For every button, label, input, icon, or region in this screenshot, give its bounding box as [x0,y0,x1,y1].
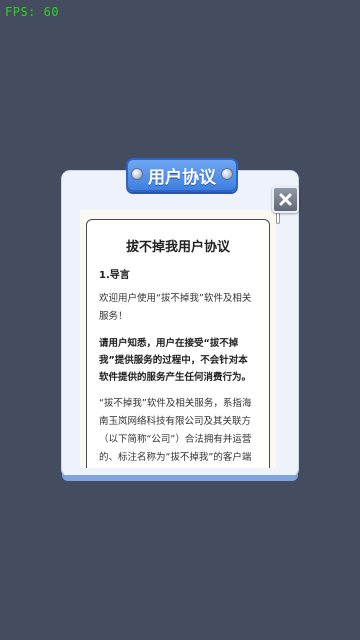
document-title: 拔不掉我用户协议 [125,240,230,255]
welcome-paragraph: 欢迎用户使用“拔不掉我”软件及相关服务！ [99,293,252,322]
scrollbar[interactable] [276,212,280,224]
fps-counter: FPS: 60 [5,5,60,19]
agreement-document: 拔不掉我用户协议 1.导言 欢迎用户使用“拔不掉我”软件及相关服务！ 请用户知悉… [86,219,270,468]
agreement-scroll-area[interactable]: 拔不掉我用户协议 1.导言 欢迎用户使用“拔不掉我”软件及相关服务！ 请用户知悉… [80,210,276,468]
dialog-bottom-border [62,475,298,481]
section-heading: 1.导言 [99,270,130,281]
scrollbar-thumb[interactable] [276,212,280,224]
definition-paragraph: “拔不掉我”软件及相关服务，系指海南玉岚网络科技有限公司及其关联方（以下简称“公… [99,398,252,463]
dialog-title: 用户协议 [148,167,216,188]
bolt-icon [222,169,232,179]
close-button[interactable] [272,186,299,213]
dialog-title-banner: 用户协议 [126,158,238,192]
bolt-icon [132,169,142,179]
close-x-icon [279,193,292,206]
notice-paragraph: 请用户知悉，用户在接受“拔不掉我”提供服务的过程中，不会针对本软件提供的服务产生… [99,338,252,383]
